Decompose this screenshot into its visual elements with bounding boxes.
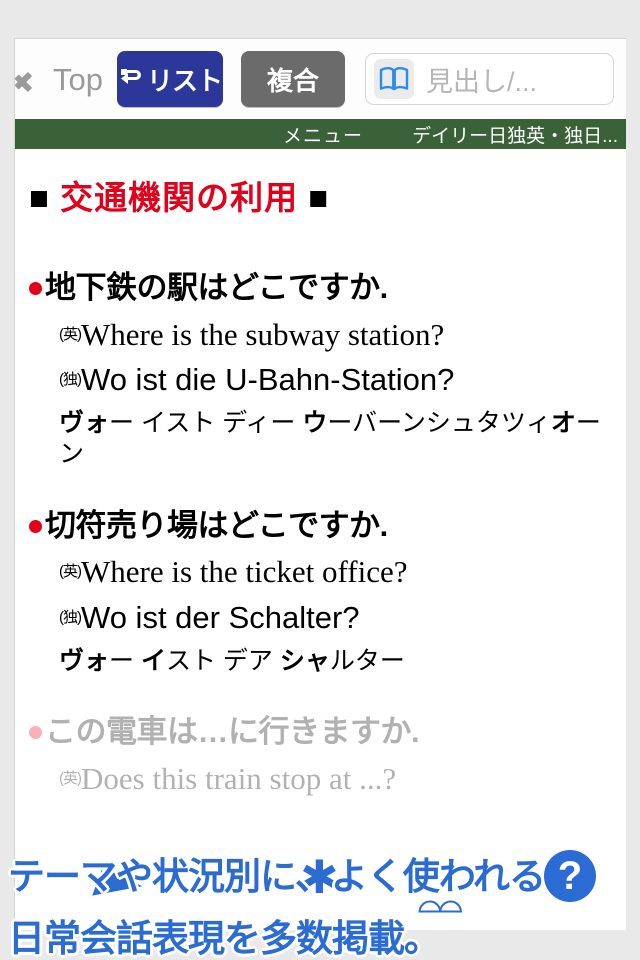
entry-item[interactable]: 地下鉄の駅はどこですか. (英)Where is the subway stat… xyxy=(29,269,620,471)
entry-japanese-headword: 切符売り場はどこですか. xyxy=(29,507,620,546)
bullet-icon xyxy=(29,519,42,533)
list-button[interactable]: リスト xyxy=(116,51,223,107)
entry-kana-pronunciation: ヴォー イスト デア シャルター xyxy=(59,646,405,675)
entry-english-line: (英)Where is the ticket office? xyxy=(29,553,620,590)
bullet-icon xyxy=(29,726,42,739)
toolbar: Top リスト 複合 見出し/... xyxy=(15,39,626,119)
english-tag: (英) xyxy=(59,769,82,787)
entry-english-text: Where is the ticket office? xyxy=(81,554,408,590)
entry-japanese-headword: この電車は…に行きますか. xyxy=(29,713,620,752)
entry-german-line: (独)Wo ist die U-Bahn-Station? xyxy=(29,361,620,398)
entry-english-line: (英)Does this train stop at ...? xyxy=(29,760,620,797)
list-loop-arrow-icon xyxy=(120,69,141,84)
english-tag: (英) xyxy=(59,563,82,581)
entry-german-text: Wo ist die U-Bahn-Station? xyxy=(81,361,455,397)
section-heading-text: 交通機関の利用 xyxy=(60,179,299,216)
entry-japanese-text: 地下鉄の駅はどこですか. xyxy=(45,270,388,305)
entry-japanese-text: 切符売り場はどこですか. xyxy=(45,507,388,543)
section-heading: ■ 交通機関の利用 ■ xyxy=(29,171,620,219)
chevron-left-icon xyxy=(27,62,47,96)
dictionary-title[interactable]: デイリー日独英・独日... xyxy=(412,121,618,148)
open-book-icon xyxy=(373,59,414,99)
list-button-label: リスト xyxy=(146,65,223,96)
status-bar: メニュー デイリー日独英・独日... xyxy=(15,119,626,149)
search-placeholder-text: 見出し/... xyxy=(425,66,537,97)
search-input[interactable]: 見出し/... xyxy=(364,53,614,105)
compound-search-button[interactable]: 複合 xyxy=(240,51,345,107)
bullet-icon xyxy=(29,282,42,295)
entry-kana-pronunciation: ヴォー イスト ディー ウーバーンシュタツィオーン xyxy=(59,409,601,469)
menu-label[interactable]: メニュー xyxy=(283,121,363,148)
screenshot-root: Top リスト 複合 見出し/... メニュー デイリー日独英・独日... ■ … xyxy=(0,0,640,960)
section-mark-left: ■ xyxy=(29,179,50,216)
back-button-label: Top xyxy=(53,61,103,97)
entry-english-line: (英)Where is the subway station? xyxy=(29,316,620,353)
entry-item[interactable]: 切符売り場はどこですか. (英)Where is the ticket offi… xyxy=(29,507,620,677)
entry-english-text: Does this train stop at ...? xyxy=(81,760,397,796)
compound-search-label: 複合 xyxy=(266,65,319,96)
english-tag: (英) xyxy=(59,325,82,343)
entry-german-line: (独)Wo ist der Schalter? xyxy=(29,599,620,636)
entry-japanese-text: この電車は…に行きますか. xyxy=(45,714,420,749)
entry-item[interactable]: この電車は…に行きますか. (英)Does this train stop at… xyxy=(29,713,620,797)
app-window: Top リスト 複合 見出し/... メニュー デイリー日独英・独日... ■ … xyxy=(14,38,626,930)
entry-japanese-headword: 地下鉄の駅はどこですか. xyxy=(29,269,620,308)
back-button[interactable]: Top xyxy=(27,62,103,96)
german-tag: (独) xyxy=(59,608,82,626)
entry-german-text: Wo ist der Schalter? xyxy=(81,599,360,635)
entry-english-text: Where is the subway station? xyxy=(81,316,445,352)
german-tag: (独) xyxy=(59,370,82,388)
section-mark-right: ■ xyxy=(308,179,330,216)
dictionary-content[interactable]: ■ 交通機関の利用 ■ 地下鉄の駅はどこですか. (英)Where is the… xyxy=(15,149,626,930)
